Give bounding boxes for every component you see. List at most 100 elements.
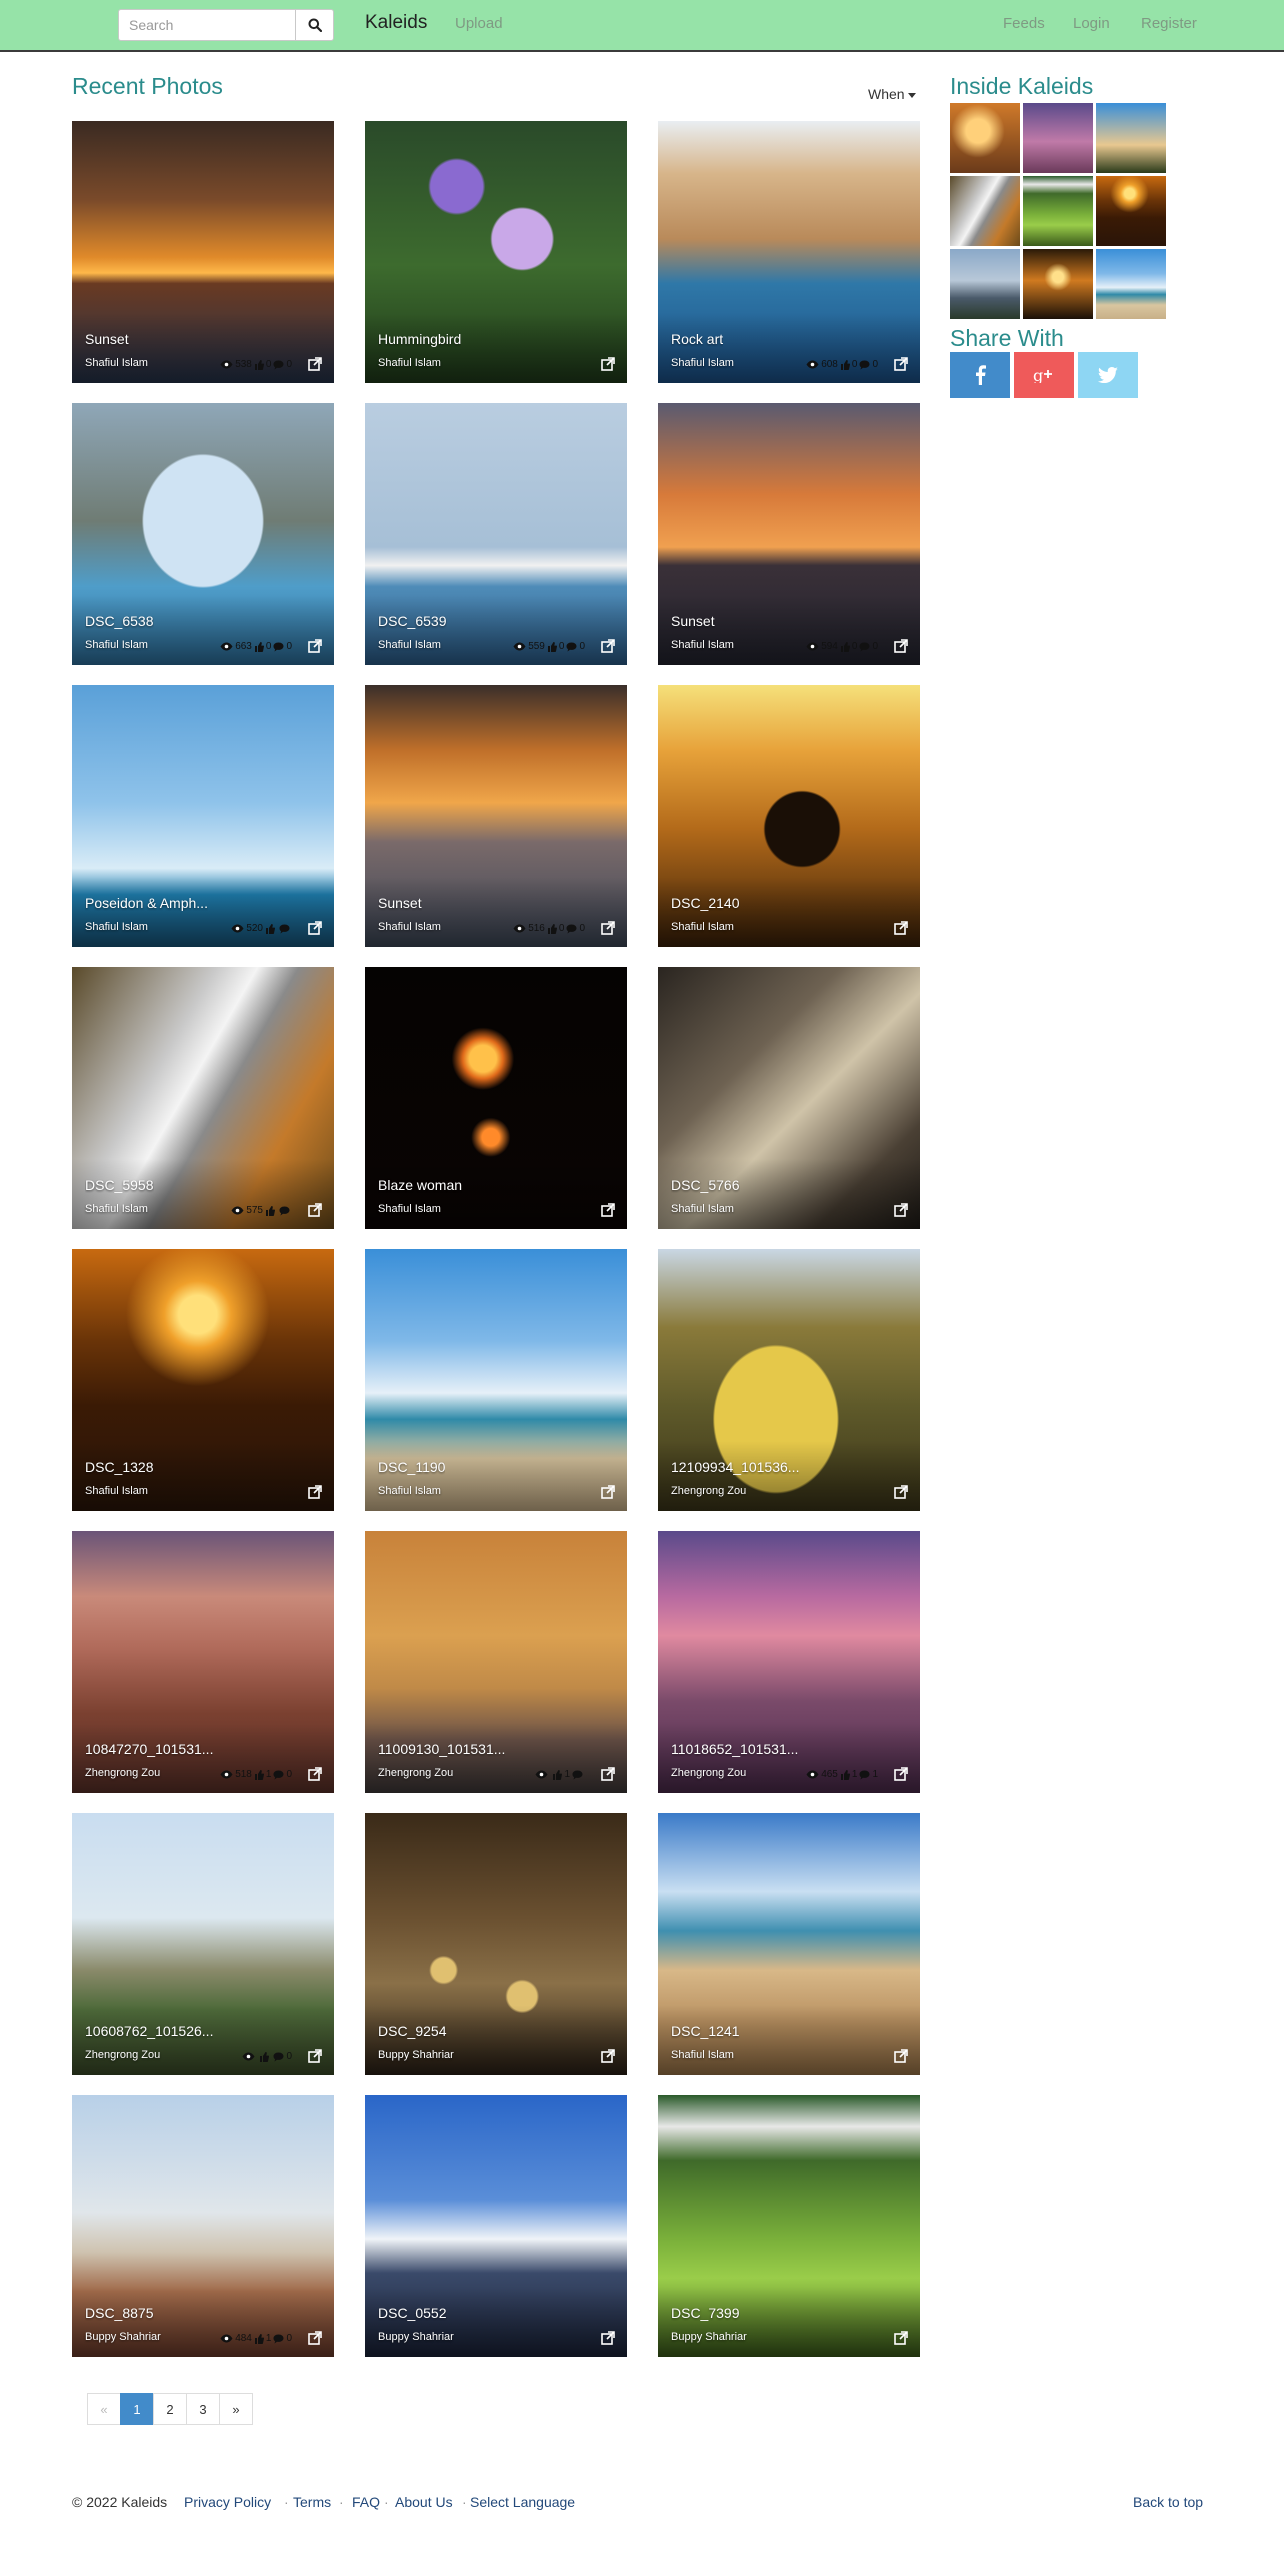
photo-card[interactable]: 12109934_101536... Zhengrong Zou [658, 1249, 920, 1511]
open-photo-link[interactable] [894, 639, 908, 653]
share-twitter-button[interactable] [1078, 352, 1138, 398]
thumbnail-green-valley[interactable] [1023, 176, 1093, 246]
share-google-plus-button[interactable]: g [1014, 352, 1074, 398]
sort-when-dropdown[interactable]: When [868, 86, 916, 102]
nav-feeds[interactable]: Feeds [1003, 15, 1045, 32]
nav-register[interactable]: Register [1141, 15, 1197, 32]
photo-card[interactable]: DSC_6538 Shafiul Islam 663 0 0 [72, 403, 334, 665]
photo-author[interactable]: Shafiul Islam [378, 921, 441, 933]
open-photo-link[interactable] [894, 1203, 908, 1217]
photo-card[interactable]: DSC_8875 Buppy Shahriar 484 1 0 [72, 2095, 334, 2357]
photo-author[interactable]: Shafiul Islam [671, 2049, 734, 2061]
photo-title[interactable]: DSC_9254 [378, 2023, 447, 2039]
photo-author[interactable]: Shafiul Islam [671, 921, 734, 933]
photo-author[interactable]: Zhengrong Zou [671, 1485, 746, 1497]
photo-title[interactable]: DSC_1190 [378, 1459, 445, 1475]
footer-language-link[interactable]: Select Language [470, 2494, 575, 2510]
open-photo-link[interactable] [601, 1203, 615, 1217]
photo-author[interactable]: Shafiul Islam [671, 1203, 734, 1215]
thumbnail-waterfall[interactable] [950, 176, 1020, 246]
photo-card[interactable]: DSC_5958 Shafiul Islam 575 [72, 967, 334, 1229]
photo-author[interactable]: Buppy Shahriar [85, 2331, 161, 2343]
back-to-top-link[interactable]: Back to top [1133, 2494, 1203, 2510]
photo-card[interactable]: DSC_7399 Buppy Shahriar [658, 2095, 920, 2357]
thumbnail-orange-sunset[interactable] [1023, 249, 1093, 319]
photo-title[interactable]: 11018652_101531... [671, 1741, 798, 1757]
photo-title[interactable]: Rock art [671, 331, 723, 347]
footer-about-link[interactable]: About Us [395, 2494, 453, 2510]
photo-card[interactable]: 11009130_101531... Zhengrong Zou 1 [365, 1531, 627, 1793]
photo-author[interactable]: Shafiul Islam [378, 357, 441, 369]
photo-card[interactable]: DSC_0552 Buppy Shahriar [365, 2095, 627, 2357]
photo-author[interactable]: Zhengrong Zou [671, 1767, 746, 1779]
photo-title[interactable]: DSC_0552 [378, 2305, 447, 2321]
thumbnail-beach-palm[interactable] [1096, 103, 1166, 173]
photo-author[interactable]: Buppy Shahriar [378, 2049, 454, 2061]
photo-title[interactable]: Hummingbird [378, 331, 461, 347]
photo-card[interactable]: DSC_6539 Shafiul Islam 559 0 0 [365, 403, 627, 665]
photo-author[interactable]: Shafiul Islam [378, 1485, 441, 1497]
search-button[interactable] [296, 9, 334, 41]
open-photo-link[interactable] [308, 1203, 322, 1217]
photo-card[interactable]: DSC_2140 Shafiul Islam [658, 685, 920, 947]
photo-title[interactable]: 11009130_101531... [378, 1741, 505, 1757]
photo-author[interactable]: Shafiul Islam [378, 1203, 441, 1215]
open-photo-link[interactable] [308, 1485, 322, 1499]
photo-card[interactable]: Rock art Shafiul Islam 608 0 0 [658, 121, 920, 383]
open-photo-link[interactable] [601, 2331, 615, 2345]
photo-title[interactable]: DSC_6538 [85, 613, 154, 629]
open-photo-link[interactable] [601, 921, 615, 935]
photo-title[interactable]: Sunset [671, 613, 715, 629]
open-photo-link[interactable] [894, 2331, 908, 2345]
thumbnail-mountains[interactable] [950, 249, 1020, 319]
open-photo-link[interactable] [894, 1767, 908, 1781]
photo-card[interactable]: 10847270_101531... Zhengrong Zou 518 1 0 [72, 1531, 334, 1793]
footer-faq-link[interactable]: FAQ [352, 2494, 380, 2510]
photo-title[interactable]: DSC_8875 [85, 2305, 154, 2321]
photo-card[interactable]: Blaze woman Shafiul Islam [365, 967, 627, 1229]
photo-card[interactable]: Poseidon & Amph... Shafiul Islam 520 [72, 685, 334, 947]
nav-upload[interactable]: Upload [455, 15, 503, 32]
photo-author[interactable]: Buppy Shahriar [378, 2331, 454, 2343]
photo-card[interactable]: Sunset Shafiul Islam 594 0 0 [658, 403, 920, 665]
photo-card[interactable]: Sunset Shafiul Islam 538 0 0 [72, 121, 334, 383]
photo-card[interactable]: DSC_5766 Shafiul Islam [658, 967, 920, 1229]
pagination-page-2[interactable]: 2 [153, 2393, 187, 2425]
photo-title[interactable]: 12109934_101536... [671, 1459, 799, 1475]
open-photo-link[interactable] [308, 921, 322, 935]
photo-card[interactable]: DSC_1190 Shafiul Islam [365, 1249, 627, 1511]
pagination-next[interactable]: » [219, 2393, 253, 2425]
search-input[interactable] [118, 9, 296, 41]
photo-title[interactable]: DSC_5958 [85, 1177, 154, 1193]
photo-title[interactable]: Sunset [378, 895, 422, 911]
open-photo-link[interactable] [601, 357, 615, 371]
open-photo-link[interactable] [308, 639, 322, 653]
photo-title[interactable]: DSC_1328 [85, 1459, 154, 1475]
photo-card[interactable]: Sunset Shafiul Islam 516 0 0 [365, 685, 627, 947]
photo-author[interactable]: Shafiul Islam [85, 1203, 148, 1215]
photo-title[interactable]: 10847270_101531... [85, 1741, 213, 1757]
photo-author[interactable]: Shafiul Islam [378, 639, 441, 651]
photo-card[interactable]: Hummingbird Shafiul Islam [365, 121, 627, 383]
brand-logo[interactable]: Kaleids [365, 12, 427, 34]
photo-author[interactable]: Zhengrong Zou [85, 2049, 160, 2061]
share-facebook-button[interactable] [950, 352, 1010, 398]
photo-card[interactable]: DSC_9254 Buppy Shahriar [365, 1813, 627, 2075]
thumbnail-sea-sunset[interactable] [1096, 176, 1166, 246]
photo-card[interactable]: 11018652_101531... Zhengrong Zou 465 1 1 [658, 1531, 920, 1793]
photo-author[interactable]: Shafiul Islam [671, 639, 734, 651]
open-photo-link[interactable] [308, 2331, 322, 2345]
open-photo-link[interactable] [894, 357, 908, 371]
photo-card[interactable]: 10608762_101526... Zhengrong Zou 0 [72, 1813, 334, 2075]
photo-title[interactable]: 10608762_101526... [85, 2023, 213, 2039]
photo-author[interactable]: Shafiul Islam [85, 1485, 148, 1497]
open-photo-link[interactable] [308, 2049, 322, 2063]
pagination-page-1[interactable]: 1 [120, 2393, 154, 2425]
photo-card[interactable]: DSC_1328 Shafiul Islam [72, 1249, 334, 1511]
open-photo-link[interactable] [601, 2049, 615, 2063]
photo-author[interactable]: Shafiul Islam [85, 921, 148, 933]
thumbnail-purple-sky[interactable] [1023, 103, 1093, 173]
photo-title[interactable]: DSC_5766 [671, 1177, 740, 1193]
photo-title[interactable]: DSC_1241 [671, 2023, 740, 2039]
photo-title[interactable]: DSC_2140 [671, 895, 740, 911]
